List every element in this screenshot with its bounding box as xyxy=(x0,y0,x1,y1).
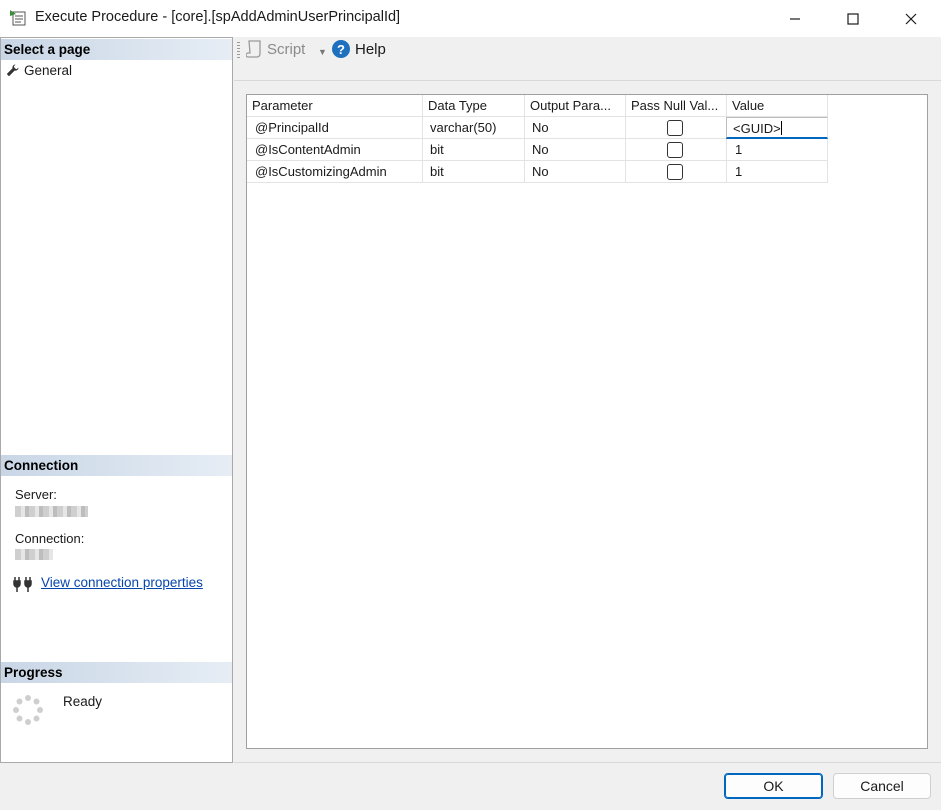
ok-button[interactable]: OK xyxy=(724,773,823,799)
row-1-pass-null-checkbox[interactable] xyxy=(667,120,683,136)
maximize-icon xyxy=(847,12,859,25)
execute-procedure-icon xyxy=(10,10,26,26)
row-2-data-type: bit xyxy=(423,139,525,161)
row-1-value-text: <GUID> xyxy=(733,121,781,136)
column-header-data-type[interactable]: Data Type xyxy=(423,95,525,117)
connection-header: Connection xyxy=(1,455,232,476)
row-2-pass-null-checkbox[interactable] xyxy=(667,142,683,158)
row-3-data-type: bit xyxy=(423,161,525,183)
row-2-pass-null-cell xyxy=(626,139,727,161)
row-3-value[interactable]: 1 xyxy=(727,161,828,183)
row-1-pass-null-cell xyxy=(626,117,727,139)
row-3-output: No xyxy=(525,161,626,183)
help-button[interactable]: ? Help xyxy=(332,40,386,58)
parameters-grid: Parameter Data Type Output Para... Pass … xyxy=(246,94,928,749)
row-3-parameter: @IsCustomizingAdmin xyxy=(247,161,423,183)
connection-plug-icon xyxy=(13,577,32,592)
progress-spinner-icon xyxy=(13,695,43,725)
row-2-output: No xyxy=(525,139,626,161)
server-value-redacted xyxy=(15,506,88,517)
script-icon xyxy=(246,40,261,58)
toolbar: Script ▼ ? Help xyxy=(234,37,941,65)
text-cursor xyxy=(780,121,782,135)
row-3-pass-null-checkbox[interactable] xyxy=(667,164,683,180)
view-connection-properties-link[interactable]: View connection properties xyxy=(41,575,203,590)
column-header-pass-null[interactable]: Pass Null Val... xyxy=(626,95,727,117)
window-title: Execute Procedure - [core].[spAddAdminUs… xyxy=(35,9,401,25)
minimize-icon xyxy=(790,17,800,20)
close-button[interactable] xyxy=(882,0,940,37)
page-item-label: General xyxy=(24,63,73,78)
row-1-output: No xyxy=(525,117,626,139)
script-label: Script xyxy=(267,40,306,58)
server-label: Server: xyxy=(15,487,57,502)
cancel-button[interactable]: Cancel xyxy=(833,773,931,799)
progress-header: Progress xyxy=(1,662,232,683)
connection-value-redacted xyxy=(15,549,53,560)
maximize-button[interactable] xyxy=(824,0,882,37)
script-button[interactable]: Script xyxy=(246,40,305,58)
progress-status: Ready xyxy=(63,694,103,709)
row-1-parameter: @PrincipalId xyxy=(247,117,423,139)
left-pane: Select a page General Connection Server:… xyxy=(0,37,233,763)
script-dropdown-arrow-icon[interactable]: ▼ xyxy=(318,47,327,57)
select-page-header: Select a page xyxy=(1,39,232,60)
column-header-parameter[interactable]: Parameter xyxy=(247,95,423,117)
page-item-general[interactable]: General xyxy=(6,63,72,78)
help-label: Help xyxy=(355,40,386,58)
toolbar-grip[interactable] xyxy=(237,42,240,60)
row-2-value[interactable]: 1 xyxy=(727,139,828,161)
minimize-button[interactable] xyxy=(766,0,824,37)
row-2-parameter: @IsContentAdmin xyxy=(247,139,423,161)
close-icon xyxy=(905,13,917,24)
row-1-data-type: varchar(50) xyxy=(423,117,525,139)
connection-label: Connection: xyxy=(15,531,85,546)
row-3-pass-null-cell xyxy=(626,161,727,183)
column-header-value[interactable]: Value xyxy=(727,95,828,117)
column-header-output[interactable]: Output Para... xyxy=(525,95,626,117)
help-icon: ? xyxy=(332,40,350,58)
row-1-value-input[interactable]: <GUID> xyxy=(726,117,828,139)
wrench-icon xyxy=(6,64,19,77)
